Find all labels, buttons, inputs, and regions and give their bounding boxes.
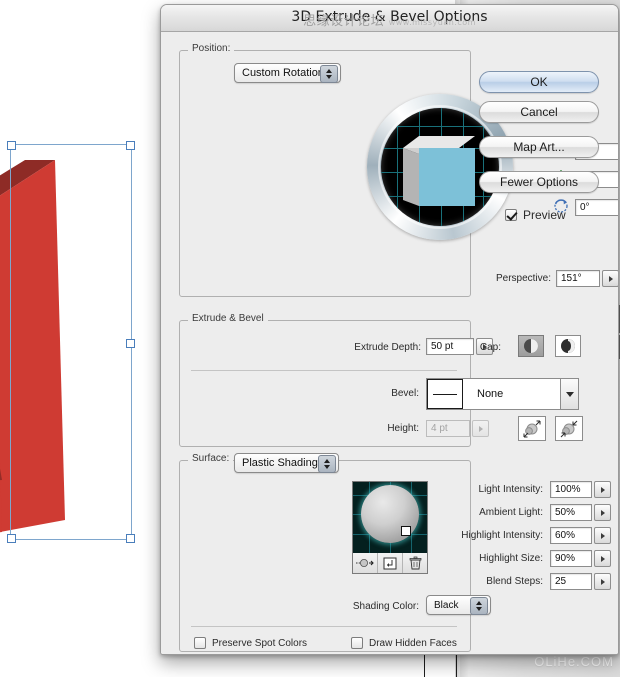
cancel-button[interactable]: Cancel <box>479 101 599 123</box>
light-intensity-popup-button[interactable] <box>594 481 611 498</box>
cap-solid-button[interactable] <box>518 335 544 357</box>
surface-shading-select[interactable]: Plastic Shading <box>234 453 339 473</box>
trackball-ring <box>378 105 502 229</box>
draw-hidden-faces-row[interactable]: Draw Hidden Faces <box>351 637 457 649</box>
bevel-extent-in-icon <box>560 420 578 438</box>
surface-label: Surface: <box>192 453 230 464</box>
perspective-field[interactable]: 151° <box>556 270 600 287</box>
trash-icon <box>409 556 421 570</box>
move-light-back-button[interactable] <box>353 553 378 573</box>
ambient-light-field[interactable]: 50% <box>550 504 592 521</box>
blend-steps-popup-button[interactable] <box>594 573 611 590</box>
preserve-spot-colors-checkbox[interactable] <box>194 637 206 649</box>
perspective-popup-button[interactable] <box>602 270 618 287</box>
highlight-size-popup-button[interactable] <box>594 550 611 567</box>
preserve-spot-colors-row[interactable]: Preserve Spot Colors <box>194 637 307 649</box>
highlight-intensity-label: Highlight Intensity: <box>461 530 543 541</box>
selection-handle[interactable] <box>126 339 135 348</box>
light-intensity-label: Light Intensity: <box>478 484 543 495</box>
position-preset-select[interactable]: Custom Rotation <box>234 63 341 83</box>
cap-solid-icon <box>524 339 538 353</box>
bevel-label: Bevel: <box>391 388 419 399</box>
extrude-bevel-divider <box>191 370 457 371</box>
site-watermark: OLiHe.COM <box>534 654 614 669</box>
light-toolbar <box>352 553 428 574</box>
selection-handle[interactable] <box>7 141 16 150</box>
move-light-back-icon <box>356 559 374 567</box>
rotate-z-field[interactable]: 0° <box>575 199 618 216</box>
highlight-intensity-field[interactable]: 60% <box>550 527 592 544</box>
surface-group-header: Surface: <box>188 453 234 464</box>
delete-light-button[interactable] <box>403 553 427 573</box>
bevel-extent-out-button[interactable] <box>518 416 546 441</box>
position-preset-value: Custom Rotation <box>242 67 324 79</box>
shading-color-select[interactable]: Black <box>426 595 491 615</box>
light-preview[interactable] <box>352 481 428 555</box>
highlight-size-field[interactable]: 90% <box>550 550 592 567</box>
ok-button[interactable]: OK <box>479 71 599 93</box>
shading-color-label: Shading Color: <box>352 601 419 612</box>
extrude-bevel-group-label: Extrude & Bevel <box>188 313 268 324</box>
stepper-icon[interactable] <box>320 65 338 83</box>
position-label: Position: <box>192 43 231 54</box>
stepper-icon[interactable] <box>318 455 336 473</box>
blend-steps-field[interactable]: 25 <box>550 573 592 590</box>
bevel-value: None <box>477 388 504 400</box>
preview-row[interactable]: Preview <box>505 208 566 222</box>
preview-label: Preview <box>523 208 566 222</box>
highlight-size-label: Highlight Size: <box>479 553 543 564</box>
map-art-button[interactable]: Map Art... <box>479 136 599 158</box>
surface-shading-value: Plastic Shading <box>242 457 318 469</box>
fewer-options-button[interactable]: Fewer Options <box>479 171 599 193</box>
new-light-button[interactable] <box>378 553 403 573</box>
light-intensity-field[interactable]: 100% <box>550 481 592 498</box>
highlight-intensity-popup-button[interactable] <box>594 527 611 544</box>
selection-handle[interactable] <box>7 534 16 543</box>
draw-hidden-faces-checkbox[interactable] <box>351 637 363 649</box>
bevel-extent-out-icon <box>523 420 541 438</box>
canvas-guide-line <box>424 652 425 677</box>
canvas-guide-line <box>456 652 457 677</box>
surface-divider <box>191 626 457 627</box>
stepper-icon[interactable] <box>470 597 488 615</box>
3d-extrude-bevel-dialog: 3D Extrude & Bevel Options 思缘设计论坛 www.mi… <box>160 4 619 655</box>
bevel-dropdown-button[interactable] <box>560 378 579 410</box>
selection-handle[interactable] <box>126 534 135 543</box>
height-label: Height: <box>387 423 419 434</box>
preserve-spot-colors-label: Preserve Spot Colors <box>212 637 308 649</box>
ambient-light-popup-button[interactable] <box>594 504 611 521</box>
bevel-select[interactable]: None <box>426 378 576 410</box>
bevel-swatch-icon <box>427 379 463 409</box>
height-popup-button[interactable] <box>472 420 489 437</box>
perspective-label: Perspective: <box>495 273 551 284</box>
position-group-header: Position: <box>188 43 235 54</box>
cap-hollow-icon <box>561 339 575 353</box>
selection-bounding-box[interactable] <box>7 141 135 543</box>
dialog-body: Position: Custom Rotation 0° Perspective… <box>161 32 618 654</box>
draw-hidden-faces-label: Draw Hidden Faces <box>369 637 457 649</box>
shading-color-value: Black <box>434 599 459 611</box>
preview-checkbox[interactable] <box>505 209 517 221</box>
ambient-light-label: Ambient Light: <box>479 507 543 518</box>
blend-steps-label: Blend Steps: <box>486 576 543 587</box>
cap-hollow-button[interactable] <box>555 335 581 357</box>
selection-handle[interactable] <box>126 141 135 150</box>
dialog-title: 3D Extrude & Bevel Options <box>291 9 488 25</box>
bevel-extent-in-button[interactable] <box>555 416 583 441</box>
height-field[interactable]: 4 pt <box>426 420 470 437</box>
light-point-handle[interactable] <box>401 526 411 536</box>
dialog-titlebar[interactable]: 3D Extrude & Bevel Options 思缘设计论坛 www.mi… <box>161 5 618 32</box>
extrude-depth-label: Extrude Depth: <box>354 342 421 353</box>
new-light-icon <box>383 557 397 569</box>
cap-label: Cap: <box>479 342 501 353</box>
